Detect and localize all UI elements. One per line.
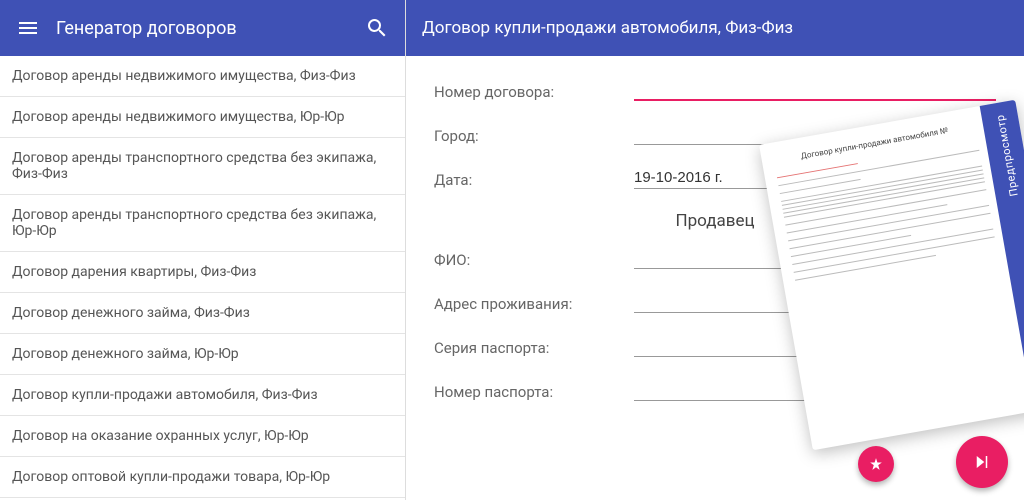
fab-secondary[interactable] [858,446,894,482]
fio-label: ФИО: [434,251,634,269]
list-item[interactable]: Договор купли-продажи автомобиля, Физ-Фи… [0,375,405,416]
contract-form: Номер договора: Город: Дата: Продавец ФИ… [406,56,1024,500]
list-item[interactable]: Договор денежного займа, Юр-Юр [0,334,405,375]
form-title: Договор купли-продажи автомобиля, Физ-Фи… [422,18,1008,38]
fab-forward[interactable] [956,436,1008,488]
list-item[interactable]: Договор аренды транспортного средства бе… [0,138,405,195]
passport-number-label: Номер паспорта: [434,383,634,401]
address-input[interactable] [634,291,996,313]
passport-series-label: Серия паспорта: [434,339,634,357]
left-appbar: Генератор договоров [0,0,405,56]
app-title: Генератор договоров [56,18,365,39]
list-item[interactable]: Договор аренды недвижимого имущества, Фи… [0,56,405,97]
contracts-list-pane: Генератор договоров Договор аренды недви… [0,0,406,500]
passport-series-input[interactable] [634,335,996,357]
passport-number-input[interactable] [634,379,996,401]
list-item[interactable]: Договор денежного займа, Физ-Физ [0,293,405,334]
city-label: Город: [434,127,634,145]
list-item[interactable]: Договор оптовой купли-продажи товара, Юр… [0,457,405,498]
list-item[interactable]: Договор аренды недвижимого имущества, Юр… [0,97,405,138]
contract-form-pane: Договор купли-продажи автомобиля, Физ-Фи… [406,0,1024,500]
fio-input[interactable] [634,247,996,269]
list-item[interactable]: Договор на оказание охранных услуг, Юр-Ю… [0,416,405,457]
contracts-list: Договор аренды недвижимого имущества, Фи… [0,56,405,500]
list-item[interactable]: Договор аренды транспортного средства бе… [0,195,405,252]
contract-number-input[interactable] [634,78,996,101]
city-input[interactable] [634,123,996,145]
seller-section: Продавец [406,197,1024,233]
date-input[interactable] [634,167,996,189]
date-label: Дата: [434,171,634,189]
right-appbar: Договор купли-продажи автомобиля, Физ-Фи… [406,0,1024,56]
contract-number-label: Номер договора: [434,83,634,101]
menu-icon[interactable] [16,16,40,40]
search-icon[interactable] [365,16,389,40]
address-label: Адрес проживания: [434,295,634,313]
list-item[interactable]: Договор дарения квартиры, Физ-Физ [0,252,405,293]
